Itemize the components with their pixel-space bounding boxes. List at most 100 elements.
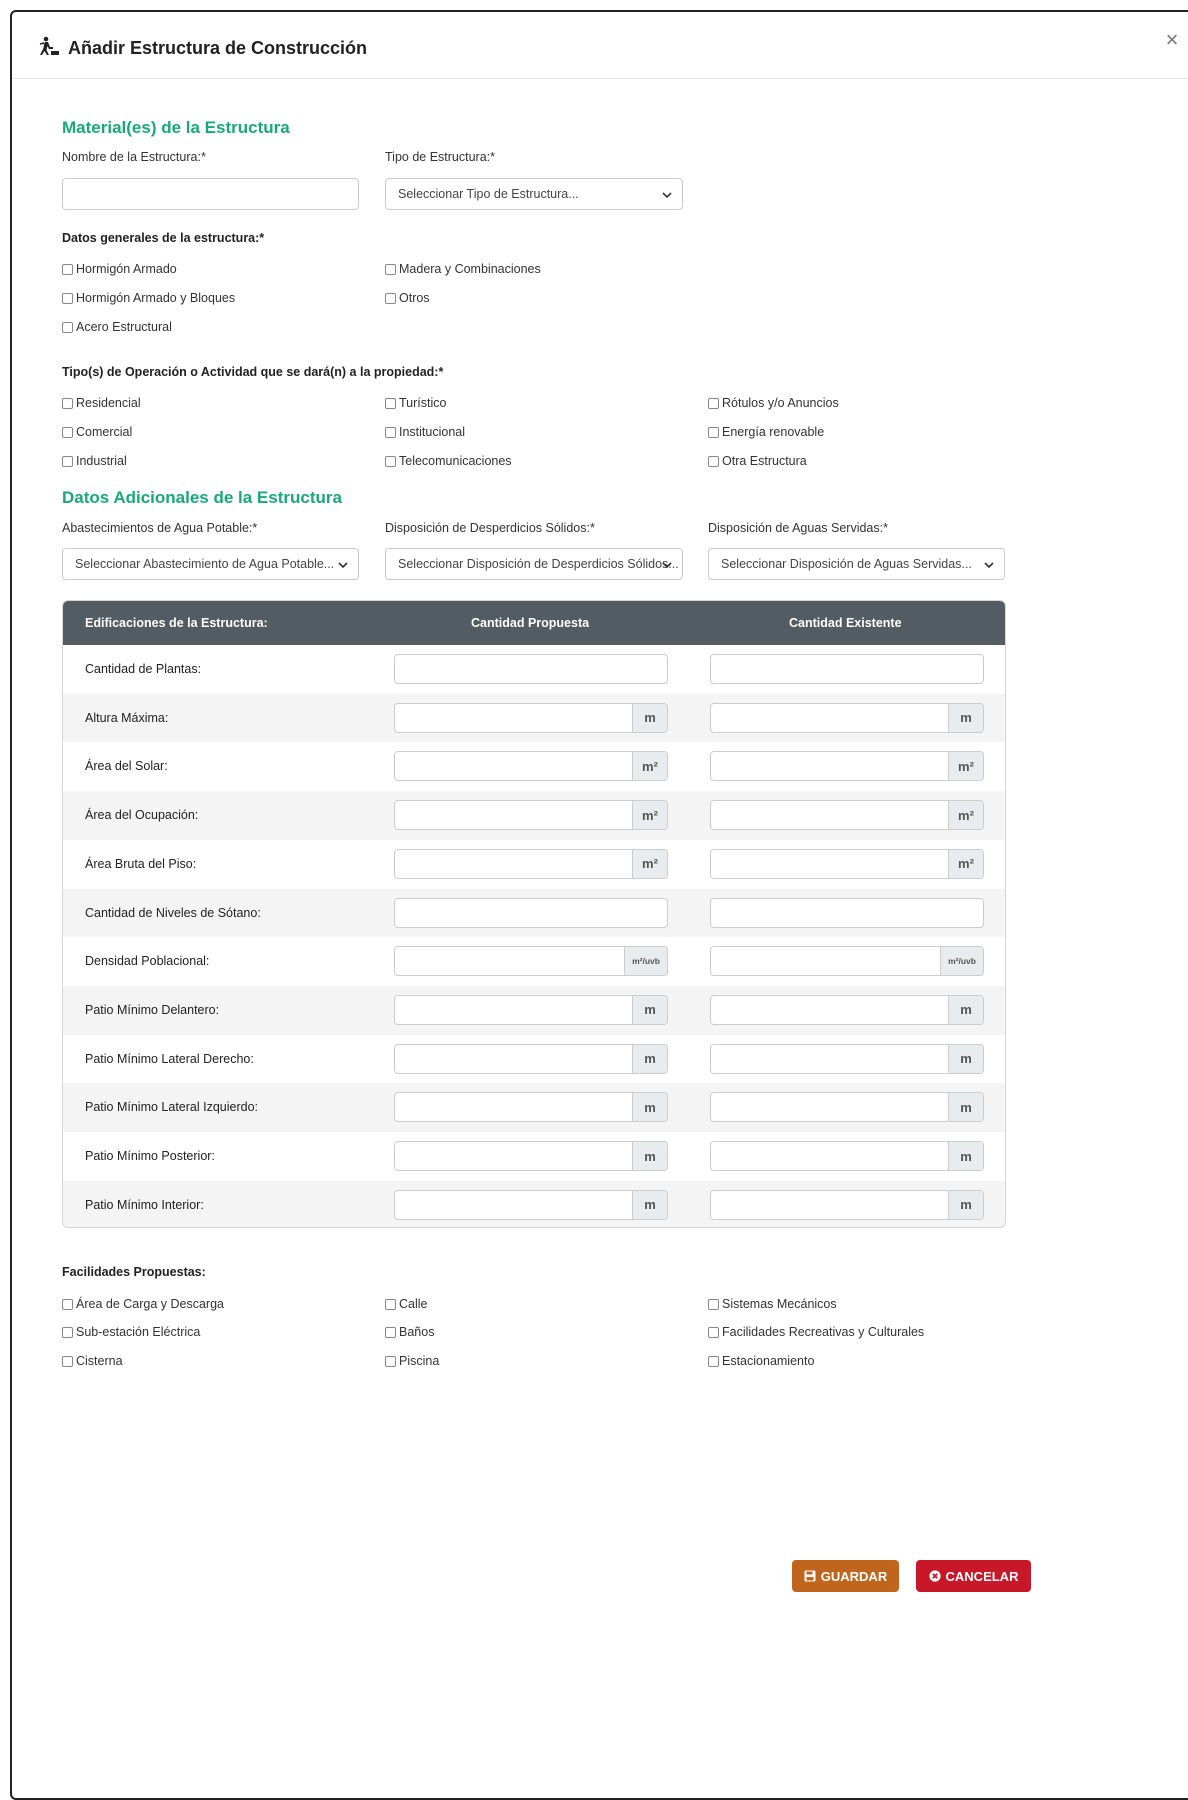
proposed-quantity-input[interactable]: m	[394, 994, 668, 1025]
existing-quantity-input[interactable]: m	[710, 702, 984, 733]
row-label: Área del Solar:	[85, 759, 168, 774]
proposed-quantity-input[interactable]: m	[394, 1092, 668, 1123]
close-circle-icon	[928, 1570, 941, 1582]
existing-quantity-input[interactable]: m²	[710, 848, 984, 879]
checkbox-box[interactable]	[708, 1298, 719, 1310]
checkbox-turistico[interactable]: Turístico	[385, 396, 446, 410]
existing-quantity-input[interactable]: m²/uvb	[710, 946, 984, 977]
checkbox-residencial[interactable]: Residencial	[62, 396, 141, 410]
section-title-additional: Datos Adicionales de la Estructura	[62, 488, 342, 507]
existing-quantity-input[interactable]	[710, 654, 984, 684]
checkbox-box[interactable]	[62, 1298, 73, 1310]
checkbox-label: Industrial	[76, 454, 127, 468]
checkbox-cisterna[interactable]: Cisterna	[62, 1354, 123, 1368]
proposed-quantity-input[interactable]	[394, 897, 668, 928]
checkbox-label: Facilidades Recreativas y Culturales	[722, 1325, 925, 1339]
checkbox-box[interactable]	[385, 455, 396, 467]
structure-name-input[interactable]	[62, 178, 359, 210]
checkbox-box[interactable]	[62, 321, 73, 333]
unit-addon: m	[632, 1142, 667, 1170]
checkbox-telecomunicaciones[interactable]: Telecomunicaciones	[385, 454, 512, 468]
checkbox-label: Cisterna	[76, 1354, 123, 1368]
proposed-quantity-input[interactable]	[394, 654, 668, 684]
checkbox-box[interactable]	[62, 455, 73, 467]
existing-quantity-input[interactable]	[710, 897, 984, 928]
table-row: Patio Mínimo Interior: m m	[63, 1180, 1005, 1227]
proposed-quantity-input[interactable]: m	[394, 1141, 668, 1171]
chevron-down-icon	[338, 562, 348, 569]
checkbox-carga-descarga[interactable]: Área de Carga y Descarga	[62, 1297, 224, 1311]
cancel-button[interactable]: CANCELAR	[916, 1560, 1031, 1592]
checkbox-box[interactable]	[385, 426, 396, 438]
existing-quantity-input[interactable]: m	[710, 994, 984, 1025]
table-row: Área del Ocupación: m² m²	[63, 791, 1005, 840]
existing-quantity-input[interactable]: m	[710, 1141, 984, 1171]
checkbox-box[interactable]	[62, 292, 73, 304]
checkbox-otros[interactable]: Otros	[385, 291, 430, 305]
save-button[interactable]: GUARDAR	[792, 1560, 899, 1592]
table-row: Densidad Poblacional: m²/uvb m²/uvb	[63, 937, 1005, 986]
checkbox-rotulos[interactable]: Rótulos y/o Anuncios	[708, 396, 839, 410]
checkbox-box[interactable]	[385, 292, 396, 304]
row-label: Patio Mínimo Interior:	[85, 1197, 204, 1212]
checkbox-box[interactable]	[62, 397, 73, 409]
unit-addon: m²	[948, 752, 983, 781]
checkbox-box[interactable]	[62, 1355, 73, 1367]
checkbox-label: Piscina	[399, 1354, 440, 1368]
solid-waste-select[interactable]: Seleccionar Disposición de Desperdicios …	[385, 548, 683, 580]
water-select[interactable]: Seleccionar Abastecimiento de Agua Potab…	[62, 548, 359, 580]
checkbox-box[interactable]	[62, 263, 73, 275]
proposed-quantity-input[interactable]: m²/uvb	[394, 946, 668, 977]
checkbox-box[interactable]	[385, 263, 396, 275]
checkbox-box[interactable]	[708, 455, 719, 467]
proposed-quantity-input[interactable]: m²	[394, 751, 668, 782]
checkbox-acero[interactable]: Acero Estructural	[62, 320, 172, 334]
sewage-select[interactable]: Seleccionar Disposición de Aguas Servida…	[708, 548, 1005, 580]
checkbox-hormigon-bloques[interactable]: Hormigón Armado y Bloques	[62, 291, 235, 305]
existing-quantity-input[interactable]: m²	[710, 800, 984, 831]
proposed-quantity-input[interactable]: m²	[394, 848, 668, 879]
checkbox-box[interactable]	[708, 397, 719, 409]
close-button[interactable]: ×	[1160, 28, 1184, 52]
structure-buildings-table: Edificaciones de la Estructura: Cantidad…	[62, 600, 1006, 1228]
checkbox-box[interactable]	[708, 1355, 719, 1367]
checkbox-box[interactable]	[385, 397, 396, 409]
existing-quantity-input[interactable]: m²	[710, 751, 984, 782]
checkbox-institucional[interactable]: Institucional	[385, 425, 465, 439]
cancel-button-label: CANCELAR	[945, 1568, 1019, 1584]
checkbox-box[interactable]	[385, 1326, 396, 1338]
checkbox-label: Hormigón Armado y Bloques	[76, 291, 236, 305]
checkbox-box[interactable]	[385, 1355, 396, 1367]
checkbox-box[interactable]	[62, 1326, 73, 1338]
proposed-quantity-input[interactable]: m	[394, 1043, 668, 1074]
checkbox-otra-estructura[interactable]: Otra Estructura	[708, 454, 807, 468]
checkbox-calle[interactable]: Calle	[385, 1297, 428, 1311]
checkbox-hormigon-armado[interactable]: Hormigón Armado	[62, 262, 177, 276]
checkbox-estacionamiento[interactable]: Estacionamiento	[708, 1354, 814, 1368]
checkbox-banos[interactable]: Baños	[385, 1325, 434, 1339]
checkbox-energia[interactable]: Energía renovable	[708, 425, 824, 439]
structure-type-select[interactable]: Seleccionar Tipo de Estructura...	[385, 178, 683, 210]
checkbox-comercial[interactable]: Comercial	[62, 425, 132, 439]
existing-quantity-input[interactable]: m	[710, 1092, 984, 1123]
table-row: Patio Mínimo Lateral Derecho: m m	[63, 1035, 1005, 1084]
checkbox-box[interactable]	[62, 426, 73, 438]
chevron-down-icon	[662, 562, 672, 569]
proposed-quantity-input[interactable]: m	[394, 702, 668, 733]
checkbox-box[interactable]	[708, 1326, 719, 1338]
proposed-quantity-input[interactable]: m	[394, 1189, 668, 1220]
checkbox-label: Energía renovable	[722, 425, 825, 439]
checkbox-madera[interactable]: Madera y Combinaciones	[385, 262, 541, 276]
checkbox-box[interactable]	[708, 426, 719, 438]
proposed-quantity-input[interactable]: m²	[394, 800, 668, 831]
row-label: Cantidad de Niveles de Sótano:	[85, 905, 261, 920]
checkbox-industrial[interactable]: Industrial	[62, 454, 127, 468]
checkbox-label: Rótulos y/o Anuncios	[722, 396, 839, 410]
checkbox-piscina[interactable]: Piscina	[385, 1354, 439, 1368]
checkbox-box[interactable]	[385, 1298, 396, 1310]
checkbox-subestacion[interactable]: Sub-estación Eléctrica	[62, 1325, 200, 1339]
checkbox-sistemas-mecanicos[interactable]: Sistemas Mecánicos	[708, 1297, 837, 1311]
checkbox-recreativas[interactable]: Facilidades Recreativas y Culturales	[708, 1325, 924, 1339]
existing-quantity-input[interactable]: m	[710, 1189, 984, 1220]
existing-quantity-input[interactable]: m	[710, 1043, 984, 1074]
